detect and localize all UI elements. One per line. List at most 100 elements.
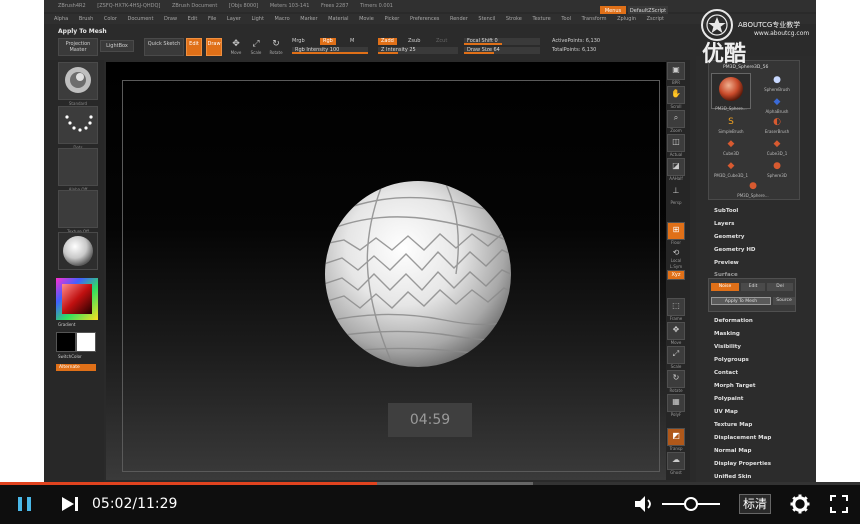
palette-preview[interactable]: Preview <box>714 260 739 266</box>
move-view-button[interactable]: ✥ <box>667 322 685 340</box>
menu-item[interactable]: Edit <box>188 14 198 24</box>
noise-button[interactable]: Noise <box>711 283 739 291</box>
next-button[interactable] <box>60 496 80 516</box>
menu-item[interactable]: Light <box>251 14 263 24</box>
zsub-toggle[interactable]: Zsub <box>408 38 420 45</box>
menu-item[interactable]: Macro <box>275 14 290 24</box>
frame-button[interactable]: ⬚ <box>667 298 685 316</box>
zadd-toggle[interactable]: Zadd <box>378 38 397 45</box>
video-frame[interactable]: ZBrush4R2 [ZSFQ-HX7K-4HSJ-QHDQ] ZBrush D… <box>44 0 816 482</box>
document-canvas[interactable]: 04:59 <box>106 62 688 480</box>
polyf-button[interactable]: ▦ <box>667 394 685 412</box>
lightbox-button[interactable]: LightBox <box>100 40 134 52</box>
menu-item[interactable]: Zplugin <box>617 14 636 24</box>
draw-size-slider[interactable]: Draw Size 64 <box>464 47 540 54</box>
menu-item[interactable]: Stroke <box>506 14 522 24</box>
gradient-label[interactable]: Gradient <box>58 322 98 327</box>
menu-item[interactable]: Transform <box>582 14 607 24</box>
zoom-button[interactable]: ⌕ <box>667 110 685 128</box>
palette-morph-target[interactable]: Morph Target <box>714 383 756 389</box>
menu-item[interactable]: Layer <box>227 14 241 24</box>
tool-cube3d[interactable]: ◆ Cube3D <box>711 137 751 159</box>
menu-item[interactable]: Stencil <box>478 14 495 24</box>
actual-button[interactable]: ◫ <box>667 134 685 152</box>
focal-shift-slider[interactable]: Focal Shift 0 <box>464 38 540 45</box>
ghost-button[interactable]: ☁ <box>667 452 685 470</box>
palette-polygroups[interactable]: Polygroups <box>714 357 749 363</box>
menu-item[interactable]: Draw <box>164 14 177 24</box>
mrgb-toggle[interactable]: Mrgb <box>292 38 305 45</box>
source-button[interactable]: Source <box>773 297 795 305</box>
palette-contact[interactable]: Contact <box>714 370 738 376</box>
transp-button[interactable]: ◩ <box>667 428 685 446</box>
palette-layers[interactable]: Layers <box>714 221 734 227</box>
menu-item[interactable]: Render <box>450 14 468 24</box>
tool-alpha-brush[interactable]: ◆ AlphaBrush <box>757 95 797 117</box>
volume-knob[interactable] <box>684 497 698 511</box>
color-picker[interactable] <box>56 278 98 320</box>
tool-sphere-brush[interactable]: ● SphereBrush <box>757 73 797 95</box>
material-thumbnail[interactable] <box>58 232 98 270</box>
tool-eraser-brush[interactable]: ◐ EraserBrush <box>757 115 797 137</box>
menu-item[interactable]: Movie <box>359 14 374 24</box>
palette-geometry-hd[interactable]: Geometry HD <box>714 247 756 253</box>
current-tool-thumbnail[interactable]: PM3D_Sphere... <box>711 73 751 111</box>
palette-subtool[interactable]: SubTool <box>714 208 738 214</box>
palette-masking[interactable]: Masking <box>714 331 740 337</box>
rgb-toggle[interactable]: Rgb <box>320 38 336 45</box>
apply-to-mesh-button[interactable]: Apply To Mesh <box>711 297 771 305</box>
menu-item[interactable]: Alpha <box>54 14 68 24</box>
z-intensity-slider[interactable]: Z Intensity 25 <box>378 47 458 54</box>
palette-normal-map[interactable]: Normal Map <box>714 448 751 454</box>
floor-button[interactable]: ⊞ <box>667 222 685 240</box>
palette-geometry[interactable]: Geometry <box>714 234 744 240</box>
menu-item[interactable]: Picker <box>384 14 399 24</box>
tool-pm3d-cube3d[interactable]: ◆ PM3D_Cube3D_1 <box>711 159 751 181</box>
brush-thumbnail[interactable] <box>58 62 98 100</box>
m-toggle[interactable]: M <box>350 38 354 45</box>
palette-polypaint[interactable]: Polypaint <box>714 396 743 402</box>
rotate-tool-button[interactable]: ↻ Rotate <box>268 38 284 56</box>
fullscreen-button[interactable] <box>830 495 848 517</box>
secondary-color-swatch[interactable] <box>76 332 96 352</box>
scroll-button[interactable]: ✋ <box>667 86 685 104</box>
menu-item[interactable]: Tool <box>561 14 571 24</box>
alternate-button[interactable]: Alternate <box>56 364 96 371</box>
texture-thumbnail[interactable] <box>58 190 98 228</box>
tool-sphere3d[interactable]: ● Sphere3D <box>757 159 797 181</box>
alpha-thumbnail[interactable] <box>58 148 98 186</box>
switch-color-label[interactable]: SwitchColor <box>58 354 98 359</box>
volume-button[interactable] <box>634 495 656 517</box>
move-tool-button[interactable]: ✥ Move <box>228 38 244 56</box>
bpr-button[interactable]: ▣ <box>667 62 685 80</box>
zcut-toggle[interactable]: Zcut <box>436 38 447 45</box>
menu-item[interactable]: Zscript <box>647 14 664 24</box>
menu-item[interactable]: Color <box>104 14 117 24</box>
edit-noise-button[interactable]: Edit <box>741 283 765 291</box>
stroke-thumbnail[interactable] <box>58 106 98 144</box>
tool-simple-brush[interactable]: S SimpleBrush <box>711 115 751 137</box>
quick-sketch-button[interactable]: Quick Sketch <box>144 38 184 56</box>
menu-item[interactable]: Preferences <box>410 14 439 24</box>
aahalf-button[interactable]: ◪ <box>667 158 685 176</box>
menu-item[interactable]: Document <box>128 14 154 24</box>
edit-button[interactable]: Edit <box>186 38 202 56</box>
tool-cube3d-1[interactable]: ◆ Cube3D_1 <box>757 137 797 159</box>
main-color-swatch[interactable] <box>56 332 76 352</box>
menu-item[interactable]: Material <box>328 14 348 24</box>
tool-pm3d-sphere[interactable]: ● PM3D_Sphere... <box>733 179 773 201</box>
settings-button[interactable] <box>790 494 810 518</box>
menu-item[interactable]: Brush <box>79 14 93 24</box>
scale-tool-button[interactable]: ⤢ Scale <box>248 38 264 56</box>
palette-displacement-map[interactable]: Displacement Map <box>714 435 771 441</box>
del-noise-button[interactable]: Del <box>767 283 793 291</box>
quality-selector[interactable]: 标清 <box>739 494 771 514</box>
palette-uv-map[interactable]: UV Map <box>714 409 738 415</box>
lsym-label[interactable]: L.Sym <box>666 264 686 269</box>
menu-item[interactable]: File <box>208 14 216 24</box>
projection-master-button[interactable]: Projection Master <box>58 38 98 56</box>
rotate-view-button[interactable]: ↻ <box>667 370 685 388</box>
palette-texture-map[interactable]: Texture Map <box>714 422 752 428</box>
progress-bar[interactable] <box>0 482 860 485</box>
palette-visibility[interactable]: Visibility <box>714 344 741 350</box>
